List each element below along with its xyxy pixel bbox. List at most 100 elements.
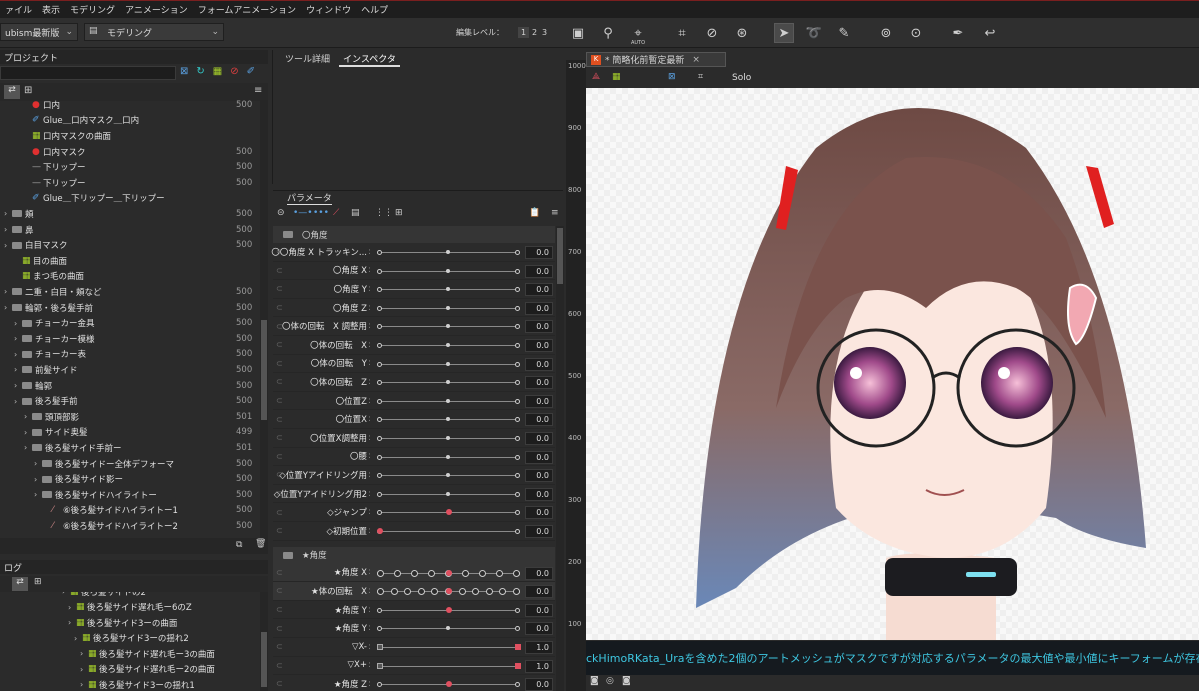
- slider-knob[interactable]: [446, 417, 450, 422]
- param-value-input[interactable]: 0.0: [525, 320, 553, 334]
- project-tree-row[interactable]: › 後ろ髪手前 500: [0, 393, 260, 409]
- log-row[interactable]: › ▦ 後ろ髪サイド遅れ毛ー3の曲面: [0, 646, 215, 662]
- project-tree-row[interactable]: › 輪郭 500: [0, 378, 260, 394]
- param-slider[interactable]: [377, 436, 520, 441]
- expand-caret-icon[interactable]: ›: [68, 603, 76, 612]
- param-slider[interactable]: [377, 644, 521, 650]
- param-slider[interactable]: [377, 324, 520, 330]
- menu-modeling[interactable]: モデリング: [65, 3, 120, 16]
- expand-caret-icon[interactable]: ›: [14, 350, 22, 359]
- slider-knob[interactable]: [377, 528, 383, 534]
- slider-knob[interactable]: [446, 473, 450, 478]
- project-tree-row[interactable]: › 二重・白目・頬など 500: [0, 284, 260, 300]
- param-slider[interactable]: [377, 626, 520, 632]
- slider-knob[interactable]: [515, 662, 521, 669]
- param-slider[interactable]: [377, 250, 520, 255]
- param-slider[interactable]: [377, 528, 520, 534]
- project-tree-row[interactable]: — 下リップー 500: [0, 159, 260, 175]
- param-slider[interactable]: [377, 287, 520, 293]
- menu-icon[interactable]: ≡: [254, 85, 262, 96]
- collapse-icon[interactable]: ⊝: [277, 208, 285, 218]
- mode-dropdown[interactable]: ▤ モデリング ⌄: [84, 23, 224, 41]
- param-group-header[interactable]: ★角度: [273, 546, 555, 564]
- param-slider[interactable]: [377, 473, 520, 479]
- pin-filter-icon[interactable]: ✐: [247, 66, 255, 80]
- expand-caret-icon[interactable]: ›: [80, 649, 88, 658]
- param-value-input[interactable]: 0.0: [525, 264, 553, 278]
- tab-tool-detail[interactable]: ツール詳細: [285, 52, 330, 65]
- expand-caret-icon[interactable]: ›: [4, 303, 12, 312]
- param-value-input[interactable]: 0.0: [525, 622, 553, 636]
- pen-icon[interactable]: ✒: [948, 23, 968, 43]
- deformer-icon[interactable]: ⚲: [598, 23, 618, 43]
- keyform-dot[interactable]: [458, 588, 466, 596]
- param-slider[interactable]: [377, 509, 520, 516]
- project-tree-row[interactable]: › 後ろ髪サイドハイライトー 500: [0, 487, 260, 503]
- log-scrollbar[interactable]: [260, 592, 268, 691]
- param-value-input[interactable]: 1.0: [525, 659, 553, 673]
- expand-caret-icon[interactable]: ›: [62, 592, 70, 596]
- viewport-tab[interactable]: K * 簡略化前暫定最新 ×: [586, 52, 726, 67]
- expand-caret-icon[interactable]: ›: [4, 209, 12, 218]
- expand-caret-icon[interactable]: ›: [14, 334, 22, 343]
- bind-icon[interactable]: ⊛: [732, 23, 752, 43]
- mesh-filter-icon[interactable]: ▦: [213, 66, 222, 80]
- expand-caret-icon[interactable]: ›: [14, 365, 22, 374]
- expand-caret-icon[interactable]: ›: [80, 665, 88, 674]
- transform-icon[interactable]: ⊙: [906, 23, 926, 43]
- param-value-input[interactable]: 0.0: [525, 585, 553, 599]
- param-value-input[interactable]: 0.0: [525, 283, 553, 297]
- slider-knob[interactable]: [446, 606, 452, 613]
- param-group-header[interactable]: 〇角度: [273, 226, 555, 243]
- slider-knob[interactable]: [446, 569, 452, 576]
- hierarchy-icon[interactable]: ⊞: [24, 85, 32, 96]
- param-slider[interactable]: [377, 268, 520, 274]
- slider-knob[interactable]: [446, 287, 450, 292]
- project-tree-row[interactable]: ⁄ ⑥後ろ髪サイドハイライトー1 500: [0, 503, 260, 519]
- slider-knob[interactable]: [515, 644, 521, 650]
- project-tree-row[interactable]: ▦ 目の曲面: [0, 253, 260, 269]
- param-value-input[interactable]: 0.0: [525, 525, 553, 538]
- slider-knob[interactable]: [446, 436, 450, 440]
- keyform-dot[interactable]: [479, 569, 486, 577]
- param-value-input[interactable]: 0.0: [525, 301, 553, 315]
- slider-knob[interactable]: [446, 454, 450, 459]
- project-tree-row[interactable]: ⁄ ⑥後ろ髪サイドハイライトー2 500: [0, 518, 260, 534]
- param-slider[interactable]: [377, 662, 521, 669]
- project-search-input[interactable]: [0, 66, 176, 80]
- keyform-dot[interactable]: [431, 588, 439, 596]
- keyform-dot[interactable]: [377, 588, 384, 596]
- slider-knob[interactable]: [446, 509, 452, 516]
- param-slider[interactable]: [377, 569, 520, 577]
- slider-knob[interactable]: [446, 626, 450, 631]
- trash-icon[interactable]: 🗑: [255, 539, 266, 549]
- deformer-visibility-icon[interactable]: ⟁: [592, 72, 600, 82]
- duplicate-icon[interactable]: ⧉: [236, 540, 242, 550]
- keyform-dot[interactable]: [394, 569, 401, 577]
- keyform-dot[interactable]: [377, 569, 384, 577]
- screenshot-icon[interactable]: ◙: [622, 676, 631, 686]
- project-tree-row[interactable]: ● 口内マスク 500: [0, 144, 260, 160]
- auto-mesh-icon[interactable]: ⌖ AUTO: [628, 23, 648, 47]
- keyform-square[interactable]: [377, 662, 383, 669]
- project-tree-row[interactable]: › 頭頂部影 501: [0, 409, 260, 425]
- expand-caret-icon[interactable]: ›: [74, 634, 82, 643]
- param-value-input[interactable]: 0.0: [525, 357, 553, 371]
- param-slider[interactable]: [377, 681, 520, 688]
- edit-level-1[interactable]: 1: [518, 27, 530, 38]
- expand-caret-icon[interactable]: ›: [14, 397, 22, 406]
- param-slider[interactable]: [377, 606, 520, 613]
- keyform-dot[interactable]: [404, 588, 412, 596]
- keyform-dot[interactable]: [417, 588, 425, 596]
- params-scrollbar[interactable]: [556, 226, 564, 691]
- param-slider[interactable]: [377, 361, 520, 367]
- warp-icon[interactable]: ⊚: [876, 23, 896, 43]
- param-value-input[interactable]: 0.0: [525, 413, 553, 427]
- slider-knob[interactable]: [446, 268, 450, 273]
- param-slider[interactable]: [377, 454, 520, 460]
- project-tree-row[interactable]: ● 口内 500: [0, 97, 260, 113]
- menu-window[interactable]: ウィンドウ: [301, 3, 356, 16]
- lasso-icon[interactable]: ➰: [804, 23, 824, 43]
- project-tree-row[interactable]: › 後ろ髪サイド手前ー 501: [0, 440, 260, 456]
- keyform-dot[interactable]: [390, 588, 398, 596]
